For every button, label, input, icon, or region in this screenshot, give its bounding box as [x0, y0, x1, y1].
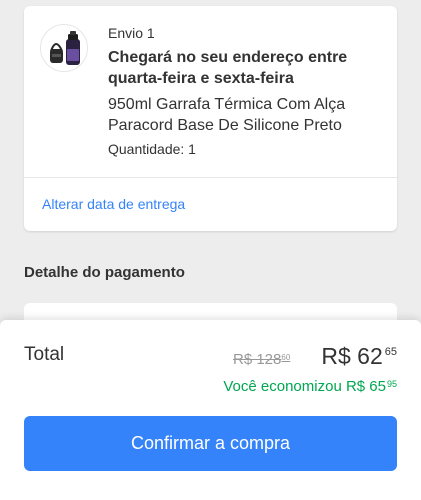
original-price: R$ 12860 — [233, 351, 290, 368]
product-quantity: Quantidade: 1 — [108, 141, 196, 157]
payment-details-heading: Detalhe do pagamento — [24, 264, 185, 281]
confirm-purchase-button[interactable]: Confirmar a compra — [24, 416, 397, 471]
product-name: 950ml Garrafa Térmica Com Alça Paracord … — [108, 96, 346, 134]
change-delivery-date-link[interactable]: Alterar data de entrega — [42, 196, 185, 212]
delivery-estimate: Chegará no seu endereço entre quarta-fei… — [108, 49, 348, 87]
shipment-card: Envio 1 Chegará no seu endereço entre qu… — [24, 6, 397, 231]
savings-cents: 95 — [386, 379, 397, 389]
product-thumbnail — [40, 24, 88, 72]
card-divider — [24, 177, 397, 178]
thermal-bottle-image — [50, 31, 80, 65]
shipment-label: Envio 1 — [108, 25, 155, 41]
savings-text: Você economizou R$ 6595 — [223, 378, 397, 395]
savings-main: Você economizou R$ 65 — [223, 378, 386, 395]
original-price-main: R$ 128 — [233, 351, 282, 368]
original-price-cents: 60 — [281, 353, 291, 362]
total-label: Total — [24, 344, 65, 365]
final-price-cents: 65 — [384, 346, 397, 358]
final-price-main: R$ 62 — [321, 343, 383, 369]
order-summary-sheet: Total R$ 12860 R$ 62 65 Você economizou R… — [0, 320, 421, 500]
final-price: R$ 62 65 — [321, 343, 397, 370]
